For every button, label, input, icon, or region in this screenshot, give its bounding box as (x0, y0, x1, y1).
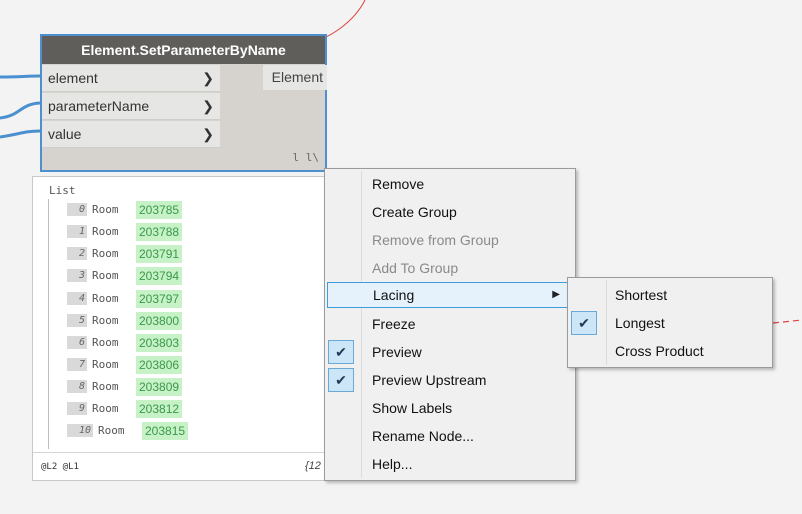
list-type: Room (92, 314, 119, 327)
submenu-arrow-icon: ▶ (552, 289, 560, 300)
input-port-value[interactable]: value ❯ (42, 121, 220, 148)
menu-item-label: Preview Upstream (372, 372, 487, 388)
port-label: element (48, 70, 98, 86)
wire-dashed (772, 319, 802, 324)
context-menu: Remove Create Group Remove from Group Ad… (324, 168, 576, 481)
tree-line (48, 199, 49, 449)
list-index: 2 (67, 247, 87, 260)
output-port-element[interactable]: Element (263, 65, 327, 90)
input-port-element[interactable]: element ❯ (42, 65, 220, 92)
list-value: 203812 (136, 400, 183, 418)
checkmark-icon: ✔ (328, 368, 354, 392)
list-index: 1 (67, 225, 87, 238)
input-port-parametername[interactable]: parameterName ❯ (42, 93, 220, 120)
list-index: 10 (67, 424, 93, 437)
list-value: 203815 (142, 422, 189, 440)
list-count: {12 (305, 460, 321, 472)
chevron-right-icon: ❯ (202, 70, 214, 86)
list-index: 5 (67, 314, 87, 327)
node-title[interactable]: Element.SetParameterByName (42, 36, 325, 64)
list-type: Room (98, 424, 125, 437)
list-type: Room (92, 292, 119, 305)
list-value: 203809 (136, 378, 183, 396)
list-type: Room (92, 380, 119, 393)
list-index: 4 (67, 292, 87, 305)
list-index: 7 (67, 358, 87, 371)
menu-item-preview-upstream[interactable]: ✔ Preview Upstream (327, 367, 573, 393)
list-index: 9 (67, 402, 87, 415)
list-type: Room (92, 203, 119, 216)
list-type: Room (92, 225, 119, 238)
list-value: 203800 (136, 312, 183, 330)
checkmark-icon: ✔ (328, 340, 354, 364)
list-value: 203803 (136, 334, 183, 352)
wire-value (0, 129, 41, 139)
port-label: value (48, 126, 82, 142)
list-value: 203785 (136, 201, 183, 219)
wire-parameter-name (0, 101, 41, 120)
list-index: 0 (67, 203, 87, 216)
list-type: Room (92, 358, 119, 371)
menu-item-rename-node[interactable]: Rename Node... (327, 423, 573, 449)
menu-item-add-to-group[interactable]: Add To Group (327, 255, 573, 281)
menu-item-remove[interactable]: Remove (327, 171, 573, 197)
menu-item-show-labels[interactable]: Show Labels (327, 395, 573, 421)
list-index: 3 (67, 269, 87, 282)
preview-bubble[interactable]: List 0 Room 203785 1 Room 203788 2 Room … (32, 176, 332, 481)
menu-item-lacing[interactable]: Lacing ▶ (327, 282, 573, 308)
lacing-submenu: Shortest ✔ Longest Cross Product (567, 277, 773, 368)
list-type: Room (92, 247, 119, 260)
list-type: Room (92, 269, 119, 282)
menu-item-preview[interactable]: ✔ Preview (327, 339, 573, 365)
list-type: Room (92, 336, 119, 349)
list-index: 8 (67, 380, 87, 393)
list-levels[interactable]: @L2 @L1 (41, 462, 79, 472)
menu-item-freeze[interactable]: Freeze (327, 311, 573, 337)
menu-item-label: Preview (372, 344, 422, 360)
chevron-right-icon: ❯ (202, 98, 214, 114)
checkmark-icon: ✔ (571, 311, 597, 335)
preview-list-title: List (49, 184, 76, 197)
list-value: 203788 (136, 223, 183, 241)
menu-item-label: Lacing (373, 287, 415, 303)
menu-item-help[interactable]: Help... (327, 451, 573, 477)
node-element-setparameterbyname[interactable]: Element.SetParameterByName element ❯ par… (40, 34, 327, 172)
list-type: Room (92, 402, 119, 415)
submenu-item-cross-product[interactable]: Cross Product (570, 338, 770, 364)
submenu-item-label: Longest (615, 315, 665, 331)
menu-item-create-group[interactable]: Create Group (327, 199, 573, 225)
port-label: parameterName (48, 98, 150, 114)
list-value: 203791 (136, 245, 183, 263)
submenu-item-longest[interactable]: ✔ Longest (570, 310, 770, 336)
wire-element (0, 74, 41, 79)
list-value: 203806 (136, 356, 183, 374)
list-value: 203797 (136, 290, 183, 308)
submenu-item-shortest[interactable]: Shortest (570, 282, 770, 308)
preview-divider (33, 452, 331, 453)
menu-item-remove-from-group[interactable]: Remove from Group (327, 227, 573, 253)
lacing-indicator: l l\ (292, 151, 320, 164)
list-index: 6 (67, 336, 87, 349)
chevron-right-icon: ❯ (202, 126, 214, 142)
list-value: 203794 (136, 267, 183, 285)
